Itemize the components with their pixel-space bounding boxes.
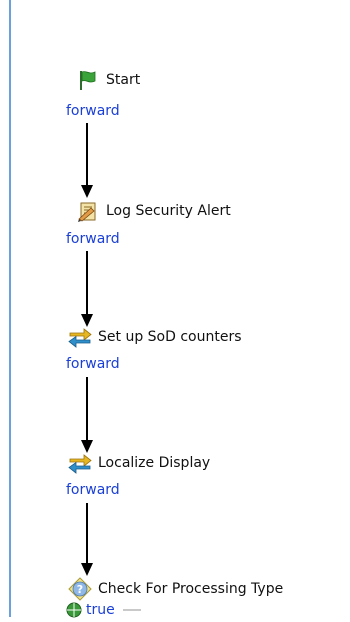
- transition-link-forward[interactable]: forward: [66, 231, 120, 247]
- transition-link-forward[interactable]: forward: [66, 356, 120, 372]
- connector-line: [122, 609, 141, 611]
- flow-arrow: [81, 123, 93, 198]
- left-panel-border: [9, 0, 11, 617]
- flow-arrow: [81, 251, 93, 327]
- swap-arrows-icon: [68, 325, 92, 349]
- transition-link-forward[interactable]: forward: [66, 103, 120, 119]
- workflow-node-start[interactable]: Start: [76, 68, 140, 92]
- transition-link-true[interactable]: true: [86, 602, 115, 618]
- question-diamond-icon: ?: [68, 577, 92, 601]
- workflow-node-set-up-sod-counters[interactable]: Set up SoD counters: [68, 325, 242, 349]
- workflow-node-check-for-processing-type[interactable]: ? Check For Processing Type: [68, 577, 283, 601]
- workflow-node-localize-display[interactable]: Localize Display: [68, 451, 210, 475]
- transition-link-forward[interactable]: forward: [66, 482, 120, 498]
- flow-arrow: [81, 377, 93, 453]
- workflow-node-label: Start: [106, 72, 141, 88]
- workflow-node-label: Log Security Alert: [106, 203, 231, 219]
- transition-row-true[interactable]: true: [66, 602, 141, 618]
- green-flag-icon: [76, 68, 100, 92]
- workflow-node-label: Set up SoD counters: [98, 329, 242, 345]
- workflow-node-log-security-alert[interactable]: Log Security Alert: [76, 199, 231, 223]
- workflow-node-label: Localize Display: [98, 455, 211, 471]
- svg-text:?: ?: [77, 583, 83, 596]
- status-globe-icon: [66, 602, 82, 618]
- flow-arrow: [81, 503, 93, 576]
- swap-arrows-icon: [68, 451, 92, 475]
- log-pencil-icon: [76, 199, 100, 223]
- workflow-node-label: Check For Processing Type: [98, 581, 284, 597]
